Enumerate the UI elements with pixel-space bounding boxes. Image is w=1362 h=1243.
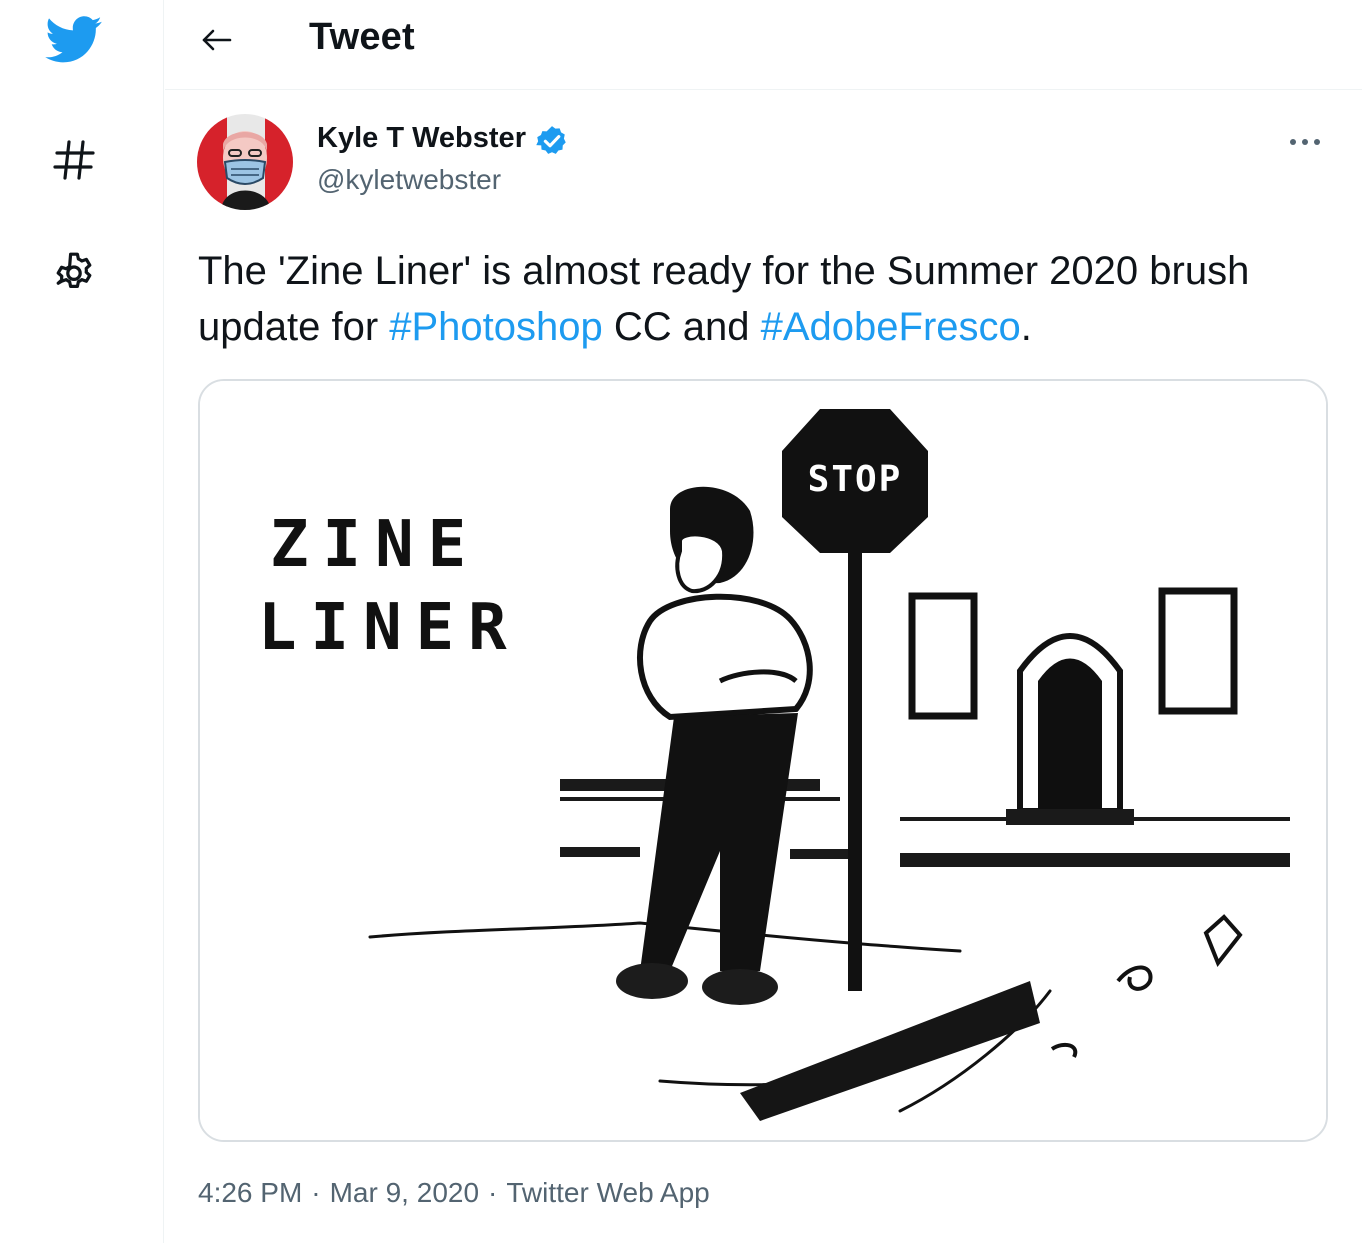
zine-liner-illustration: ZINE LINER STOP <box>200 381 1326 1140</box>
tweet-media-image[interactable]: ZINE LINER STOP <box>198 379 1328 1142</box>
illustration-title-line1: ZINE <box>270 508 480 582</box>
tweet-time-link[interactable]: 4:26 PM <box>198 1177 302 1208</box>
more-horizontal-icon <box>1290 139 1320 145</box>
tweet-text: The 'Zine Liner' is almost ready for the… <box>198 243 1338 355</box>
avatar-image <box>197 114 293 210</box>
tweet-meta: 4:26 PM · Mar 9, 2020 · Twitter Web App <box>198 1177 710 1209</box>
more-options-button[interactable] <box>1275 114 1335 170</box>
hashtag-icon <box>53 140 95 180</box>
gear-icon <box>56 252 92 288</box>
stop-sign-label: STOP <box>808 459 903 500</box>
meta-separator: · <box>311 1177 321 1208</box>
tweet-date-link[interactable]: Mar 9, 2020 <box>330 1177 479 1208</box>
arrow-left-icon <box>202 29 232 51</box>
author-handle[interactable]: @kyletwebster <box>317 164 501 196</box>
tweet-text-part: CC and <box>602 305 761 349</box>
twitter-bird-icon <box>45 16 102 63</box>
explore-nav-button[interactable] <box>38 124 110 196</box>
page-title: Tweet <box>309 16 415 58</box>
app: Tweet Kyle T Webster @kyletwebster The '… <box>0 0 1362 1243</box>
settings-nav-button[interactable] <box>38 238 110 310</box>
hashtag-link-adobefresco[interactable]: #AdobeFresco <box>761 305 1021 349</box>
verified-badge-icon <box>536 126 566 154</box>
tweet-source-link[interactable]: Twitter Web App <box>506 1177 709 1208</box>
back-button[interactable] <box>187 10 247 70</box>
illustration-title-line2: LINER <box>258 591 521 665</box>
meta-separator: · <box>488 1177 498 1208</box>
hashtag-link-photoshop[interactable]: #Photoshop <box>389 305 603 349</box>
author-name[interactable]: Kyle T Webster <box>317 122 526 155</box>
left-nav <box>0 0 164 1243</box>
tweet-text-part: . <box>1020 305 1032 349</box>
page-header: Tweet <box>165 0 1362 90</box>
author-avatar[interactable] <box>197 114 293 210</box>
twitter-home-link[interactable] <box>38 4 110 76</box>
main-column: Tweet Kyle T Webster @kyletwebster The '… <box>165 0 1362 1243</box>
